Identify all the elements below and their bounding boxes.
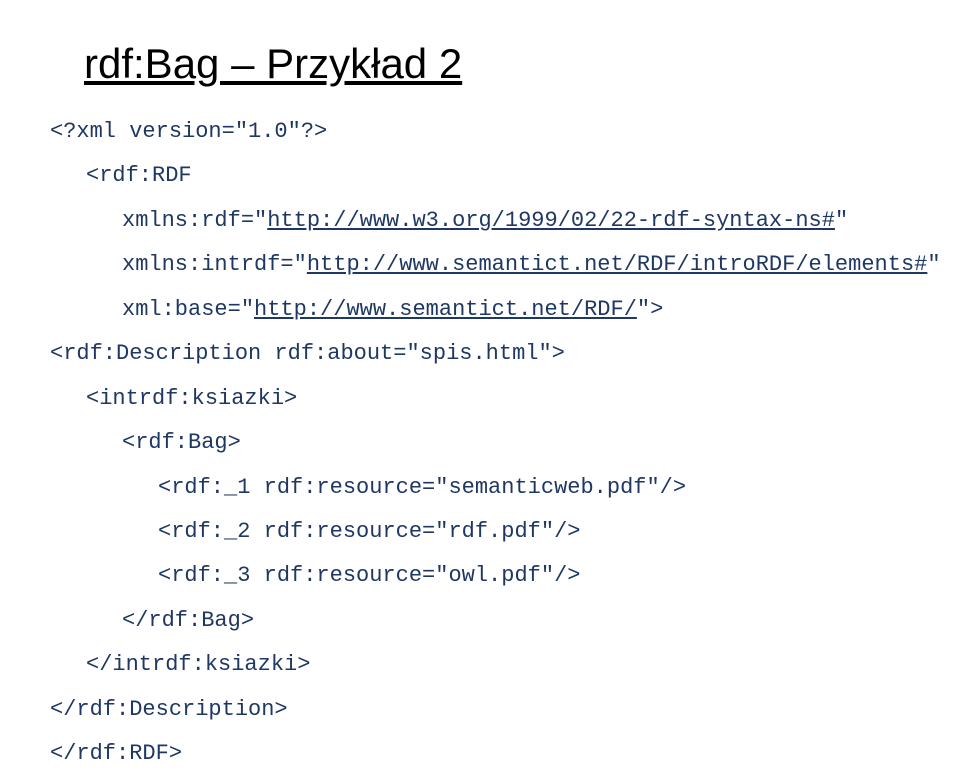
- slide-title: rdf:Bag – Przykład 2: [84, 40, 910, 88]
- url-link: http://www.w3.org/1999/02/22-rdf-syntax-…: [267, 208, 835, 233]
- code-line: <rdf:Bag>: [50, 421, 910, 465]
- code-line: </rdf:Bag>: [50, 599, 910, 643]
- url-link: http://www.semantict.net/RDF/introRDF/el…: [307, 252, 928, 277]
- code-line: <?xml version="1.0"?>: [50, 110, 910, 154]
- code-line: </rdf:RDF>: [50, 732, 910, 776]
- code-line: <rdf:_3 rdf:resource="owl.pdf"/>: [50, 554, 910, 598]
- code-line: <rdf:RDF: [50, 154, 910, 198]
- code-line: xmlns:rdf="http://www.w3.org/1999/02/22-…: [50, 199, 910, 243]
- code-line: xml:base="http://www.semantict.net/RDF/"…: [50, 288, 910, 332]
- code-line: <rdf:_1 rdf:resource="semanticweb.pdf"/>: [50, 466, 910, 510]
- code-line: <rdf:Description rdf:about="spis.html">: [50, 332, 910, 376]
- code-block: <?xml version="1.0"?><rdf:RDFxmlns:rdf="…: [50, 110, 910, 777]
- code-line: <intrdf:ksiazki>: [50, 377, 910, 421]
- code-line: </intrdf:ksiazki>: [50, 643, 910, 687]
- code-line: xmlns:intrdf="http://www.semantict.net/R…: [50, 243, 910, 287]
- url-link: http://www.semantict.net/RDF/: [254, 297, 637, 322]
- code-line: </rdf:Description>: [50, 688, 910, 732]
- code-line: <rdf:_2 rdf:resource="rdf.pdf"/>: [50, 510, 910, 554]
